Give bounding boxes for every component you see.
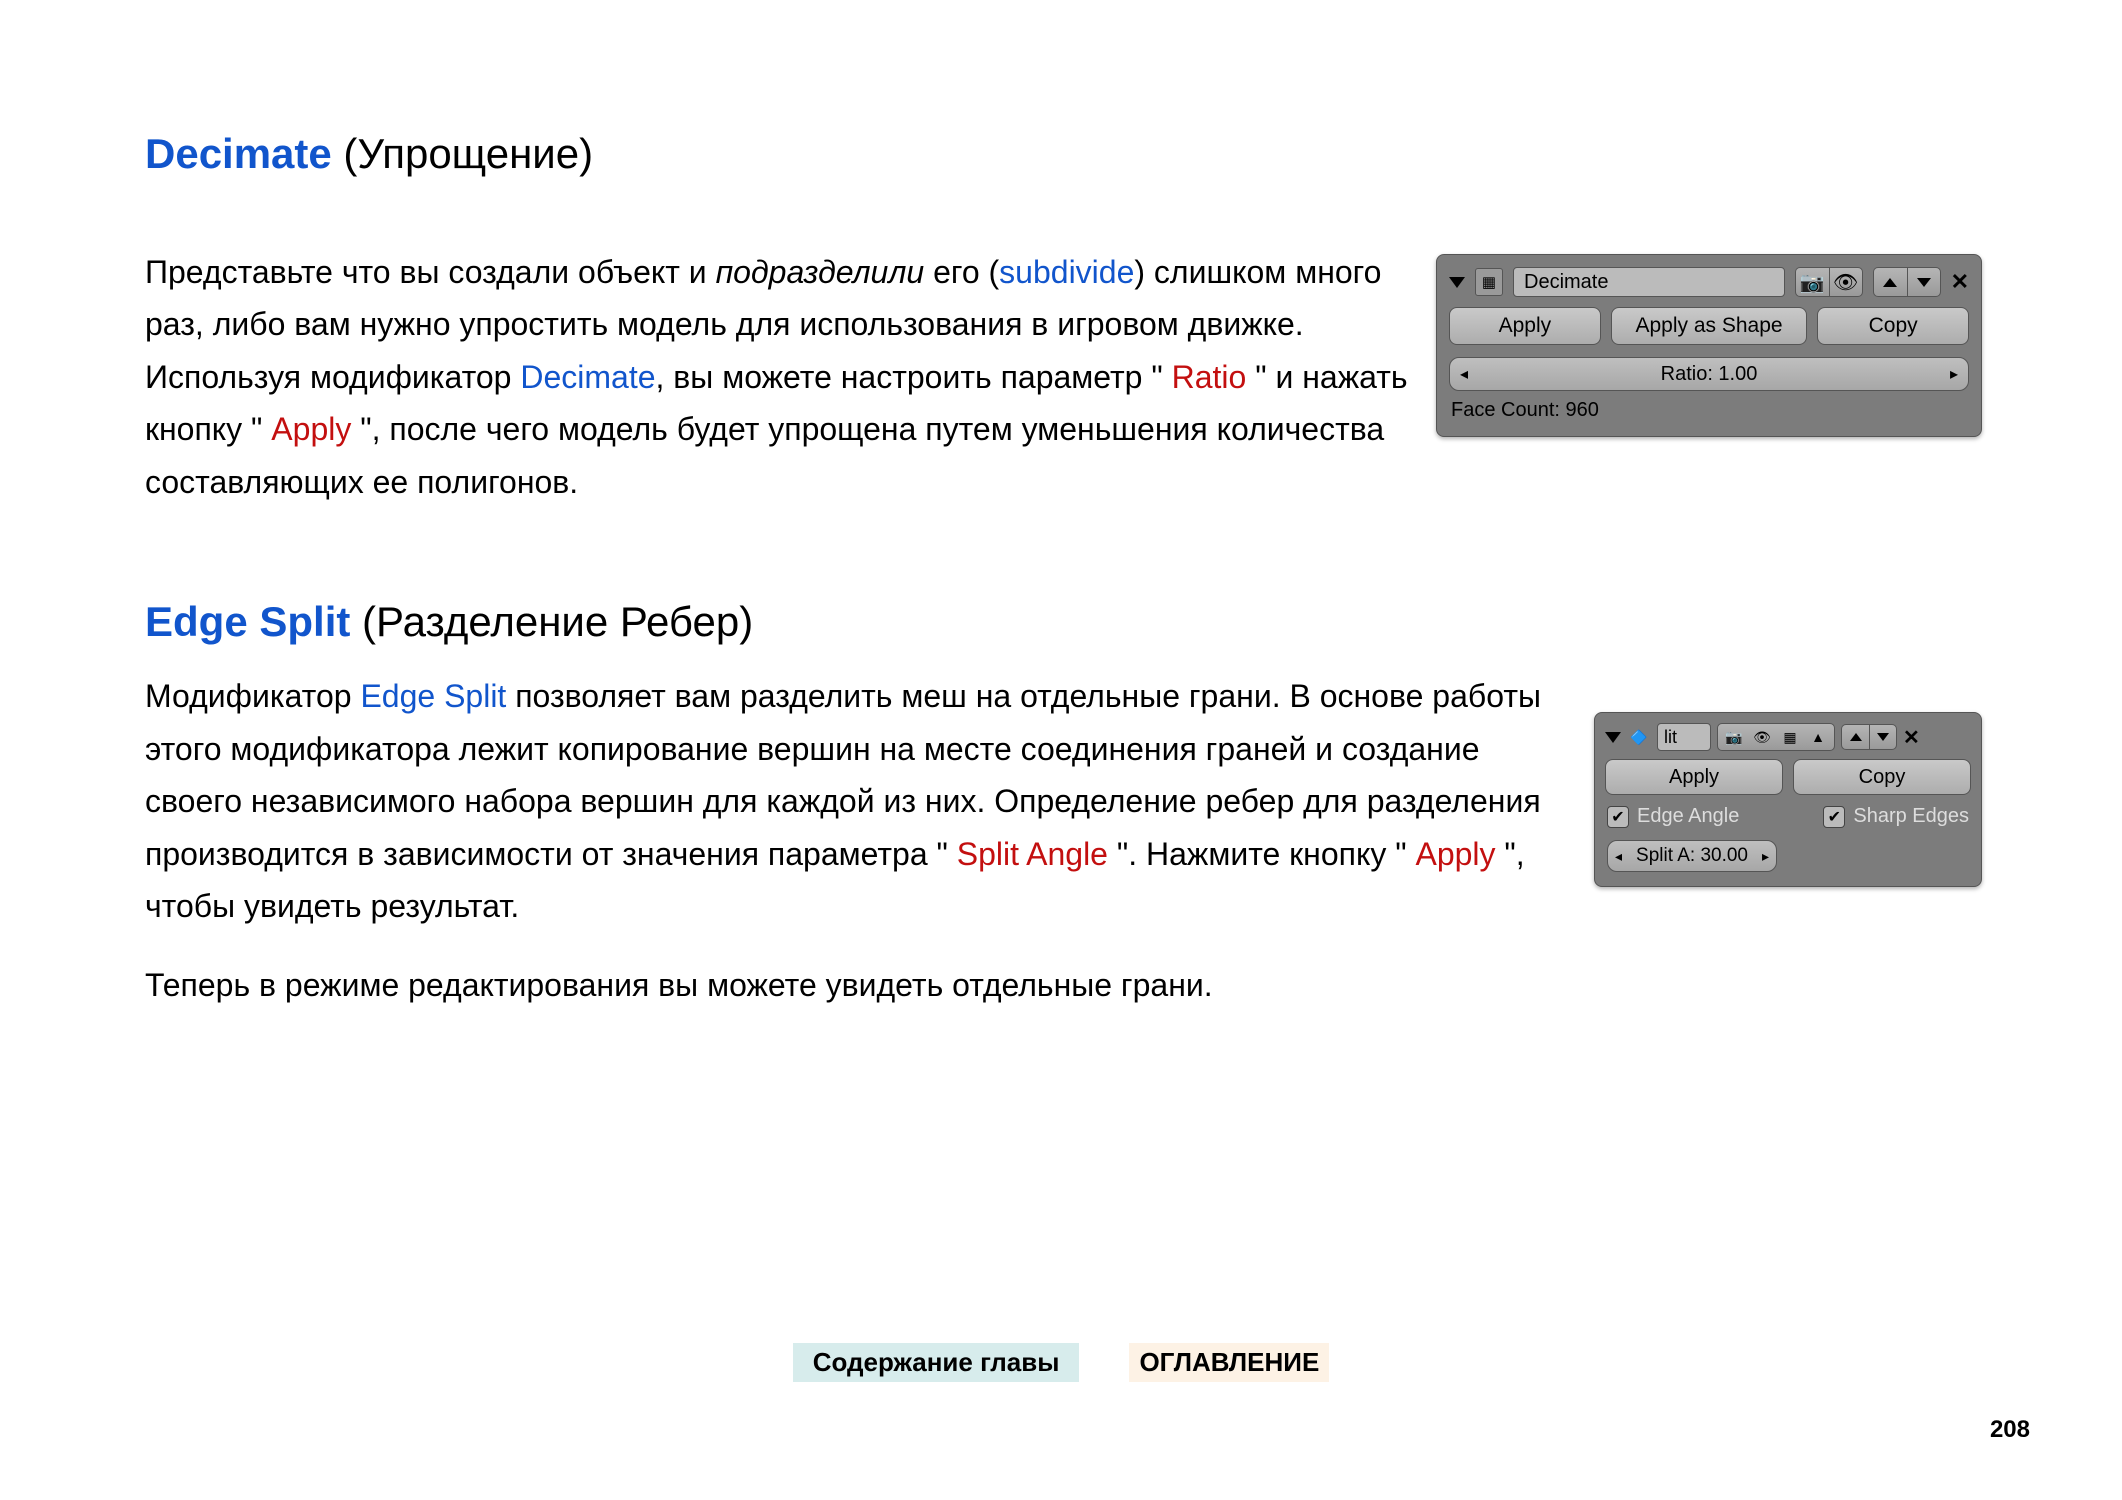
apply-button[interactable]: Apply (1449, 307, 1601, 345)
eye-icon: 👁 (1833, 270, 1858, 295)
slider-left-arrow-icon: ◂ (1460, 364, 1468, 384)
table-of-contents-link[interactable]: ОГЛАВЛЕНИЕ (1129, 1343, 1329, 1382)
move-up-button[interactable] (1841, 724, 1869, 750)
arrow-up-icon (1850, 733, 1862, 741)
panel-button-row: Apply Apply as Shape Copy (1437, 307, 1981, 357)
decimate-body: Представьте что вы создали объект и подр… (145, 246, 1418, 508)
apply-term: Apply (1415, 836, 1495, 872)
apply-as-shape-button[interactable]: Apply as Shape (1611, 307, 1808, 345)
edit-mode-toggle[interactable]: ▦ (1778, 725, 1802, 749)
edge-split-link[interactable]: Edge Split (360, 678, 506, 714)
edge-split-body-wrapper: Модификатор Edge Split позволяет вам раз… (145, 670, 1559, 1011)
copy-button[interactable]: Copy (1793, 759, 1971, 795)
edge-split-body: Модификатор Edge Split позволяет вам раз… (145, 670, 1559, 932)
heading-en: Edge Split (145, 598, 350, 645)
heading-ru: (Разделение Ребер) (350, 598, 753, 645)
edge-split-panel: 🔷 lit 📷 👁 ▦ ▲ ✕ Apply Copy (1594, 712, 1982, 887)
sharp-edges-option: ✔ Sharp Edges (1823, 805, 1969, 828)
arrow-down-icon (1877, 733, 1889, 741)
ratio-value: Ratio: 1.00 (1661, 363, 1758, 386)
ratio-slider[interactable]: ◂ Ratio: 1.00 ▸ (1449, 357, 1969, 391)
panel-header-row: 🔷 lit 📷 👁 ▦ ▲ ✕ (1595, 713, 1981, 759)
edge-angle-checkbox[interactable]: ✔ (1607, 806, 1629, 828)
split-angle-term: Split Angle (957, 836, 1108, 872)
text-fragment: Модификатор (145, 678, 360, 714)
text-fragment: , вы можете настроить параметр " (656, 359, 1172, 395)
cage-toggle[interactable]: ▲ (1806, 725, 1830, 749)
close-button[interactable]: ✕ (1951, 269, 1969, 295)
text-fragment: Представьте что вы создали объект и (145, 254, 716, 290)
apply-term: Apply (271, 411, 351, 447)
edge-angle-option: ✔ Edge Angle (1607, 805, 1739, 828)
text-fragment-italic: подразделили (716, 254, 925, 290)
collapse-icon[interactable] (1449, 277, 1465, 288)
render-toggle[interactable]: 📷 (1795, 267, 1829, 297)
text-fragment: ". Нажмите кнопку " (1108, 836, 1416, 872)
move-down-button[interactable] (1907, 267, 1941, 297)
edge-split-body-2: Теперь в режиме редактирования вы можете… (145, 959, 1559, 1011)
edge-angle-label: Edge Angle (1637, 805, 1739, 828)
decimate-panel: ▦ Decimate 📷 👁 ✕ Apply Apply as Shape Co… (1436, 254, 1982, 437)
apply-button[interactable]: Apply (1605, 759, 1783, 795)
sharp-edges-label: Sharp Edges (1853, 805, 1969, 828)
heading-ru: (Упрощение) (332, 130, 593, 177)
text-fragment: его ( (924, 254, 999, 290)
decimate-link[interactable]: Decimate (520, 359, 655, 395)
visibility-buttons: 📷 👁 (1795, 267, 1863, 297)
panel-button-row: Apply Copy (1595, 759, 1981, 805)
collapse-icon[interactable] (1605, 732, 1621, 743)
ratio-term: Ratio (1172, 359, 1247, 395)
arrow-down-icon (1917, 278, 1931, 287)
slider-right-arrow-icon: ▸ (1950, 364, 1958, 384)
move-up-button[interactable] (1873, 267, 1907, 297)
modifier-icon: ▦ (1475, 268, 1503, 296)
face-count-label: Face Count: 960 (1437, 399, 1981, 422)
chapter-contents-link[interactable]: Содержание главы (793, 1343, 1080, 1382)
footer-nav: Содержание главы ОГЛАВЛЕНИЕ (0, 1343, 2122, 1382)
arrow-up-icon (1883, 278, 1897, 287)
camera-icon: 📷 (1800, 270, 1825, 295)
edge-split-heading: Edge Split (Разделение Ребер) (145, 598, 1982, 646)
decimate-heading: Decimate (Упрощение) (145, 130, 1982, 178)
viewport-toggle[interactable]: 👁 (1750, 725, 1774, 749)
move-down-button[interactable] (1869, 724, 1897, 750)
viewport-toggle[interactable]: 👁 (1829, 267, 1863, 297)
heading-en: Decimate (145, 130, 332, 177)
display-toggles: 📷 👁 ▦ ▲ (1717, 723, 1835, 751)
slider-left-arrow-icon: ◂ (1615, 848, 1622, 865)
split-angle-slider[interactable]: ◂ Split A: 30.00 ▸ (1607, 840, 1777, 872)
render-toggle[interactable]: 📷 (1722, 725, 1746, 749)
panel-header-row: ▦ Decimate 📷 👁 ✕ (1437, 255, 1981, 307)
split-angle-value: Split A: 30.00 (1636, 845, 1748, 867)
close-button[interactable]: ✕ (1903, 725, 1920, 750)
slider-right-arrow-icon: ▸ (1762, 848, 1769, 865)
modifier-name-field[interactable]: lit (1657, 723, 1711, 751)
subdivide-link[interactable]: subdivide (999, 254, 1134, 290)
checkbox-row: ✔ Edge Angle ✔ Sharp Edges (1595, 805, 1981, 840)
sharp-edges-checkbox[interactable]: ✔ (1823, 806, 1845, 828)
page-number: 208 (1990, 1416, 2030, 1444)
move-buttons (1873, 267, 1941, 297)
modifier-icon: 🔷 (1627, 725, 1651, 749)
copy-button[interactable]: Copy (1817, 307, 1969, 345)
move-buttons (1841, 724, 1897, 750)
modifier-name-field[interactable]: Decimate (1513, 267, 1785, 297)
